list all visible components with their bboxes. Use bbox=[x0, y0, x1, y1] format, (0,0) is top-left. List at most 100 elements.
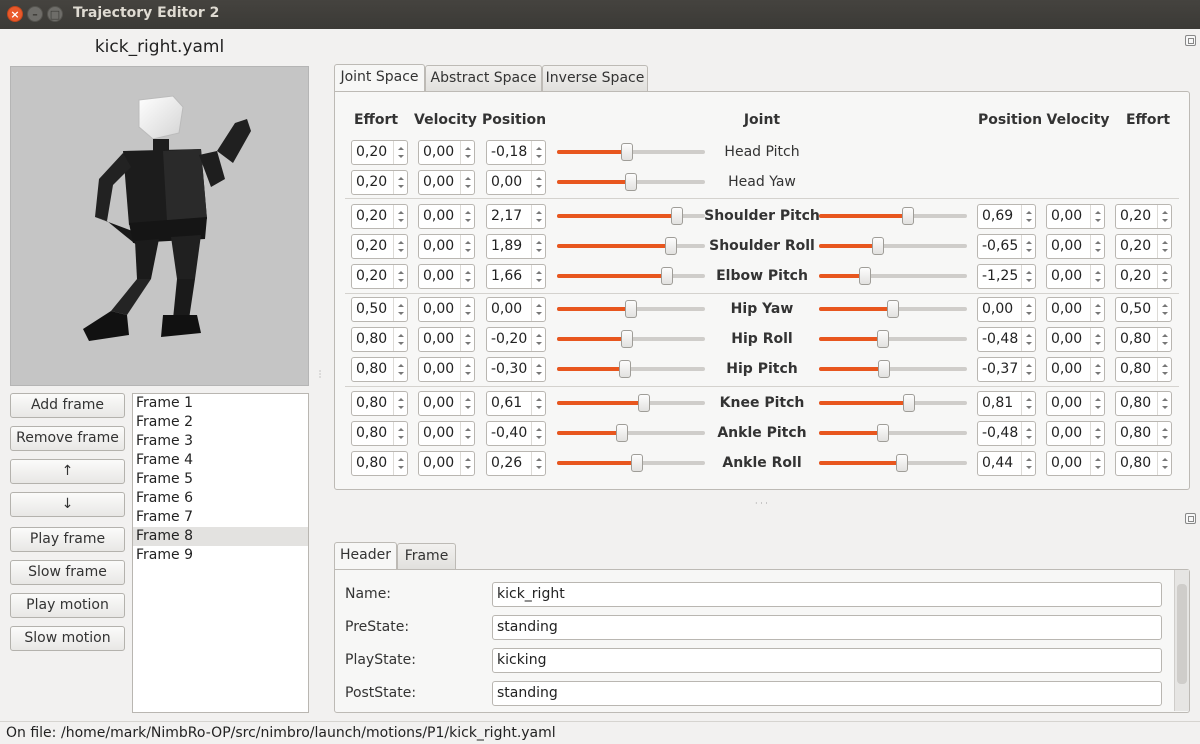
left-effort-spinbox[interactable]: 0,80 bbox=[351, 357, 408, 382]
spin-arrows-icon[interactable] bbox=[1021, 392, 1035, 415]
spin-arrows-icon[interactable] bbox=[1021, 298, 1035, 321]
list-item[interactable]: Frame 3 bbox=[133, 432, 308, 451]
left-velocity-spinbox[interactable]: 0,00 bbox=[418, 421, 475, 446]
right-effort-spinbox[interactable]: 0,20 bbox=[1115, 204, 1172, 229]
remove-frame-button[interactable]: Remove frame bbox=[10, 426, 125, 451]
slider-handle[interactable] bbox=[625, 300, 637, 318]
spin-arrows-icon[interactable] bbox=[1157, 205, 1171, 228]
right-velocity-spinbox[interactable]: 0,00 bbox=[1046, 204, 1105, 229]
right-velocity-spinbox[interactable]: 0,00 bbox=[1046, 421, 1105, 446]
list-item[interactable]: Frame 8 bbox=[133, 527, 308, 546]
right-velocity-spinbox[interactable]: 0,00 bbox=[1046, 357, 1105, 382]
spin-arrows-icon[interactable] bbox=[531, 205, 545, 228]
left-position-slider[interactable] bbox=[557, 142, 705, 162]
slider-handle[interactable] bbox=[901, 207, 914, 225]
spin-arrows-icon[interactable] bbox=[393, 328, 407, 351]
right-effort-spinbox[interactable]: 0,20 bbox=[1115, 234, 1172, 259]
spin-arrows-icon[interactable] bbox=[1090, 452, 1104, 475]
right-position-slider[interactable] bbox=[819, 423, 967, 443]
right-position-slider[interactable] bbox=[819, 453, 967, 473]
left-position-slider[interactable] bbox=[557, 172, 705, 192]
maximize-icon[interactable]: □ bbox=[47, 6, 63, 22]
right-velocity-spinbox[interactable]: 0,00 bbox=[1046, 264, 1105, 289]
spin-arrows-icon[interactable] bbox=[531, 422, 545, 445]
slider-handle[interactable] bbox=[872, 237, 885, 255]
slider-handle[interactable] bbox=[876, 424, 889, 442]
right-position-spinbox[interactable]: 0,00 bbox=[977, 297, 1036, 322]
slider-handle[interactable] bbox=[887, 300, 899, 318]
spin-arrows-icon[interactable] bbox=[531, 265, 545, 288]
slider-handle[interactable] bbox=[858, 267, 871, 285]
spin-arrows-icon[interactable] bbox=[1157, 392, 1171, 415]
spin-arrows-icon[interactable] bbox=[393, 392, 407, 415]
play-frame-button[interactable]: Play frame bbox=[10, 527, 125, 552]
spin-arrows-icon[interactable] bbox=[460, 298, 474, 321]
spin-arrows-icon[interactable] bbox=[531, 328, 545, 351]
left-position-spinbox[interactable]: 1,66 bbox=[486, 264, 546, 289]
spin-arrows-icon[interactable] bbox=[1090, 205, 1104, 228]
right-effort-spinbox[interactable]: 0,80 bbox=[1115, 421, 1172, 446]
tab-inverse-space[interactable]: Inverse Space bbox=[542, 65, 648, 91]
spin-arrows-icon[interactable] bbox=[460, 205, 474, 228]
slider-handle[interactable] bbox=[878, 360, 891, 378]
spin-arrows-icon[interactable] bbox=[1021, 358, 1035, 381]
spin-arrows-icon[interactable] bbox=[531, 235, 545, 258]
spin-arrows-icon[interactable] bbox=[1090, 265, 1104, 288]
tab-header[interactable]: Header bbox=[334, 542, 397, 569]
slider-handle[interactable] bbox=[660, 267, 673, 285]
frame-list[interactable]: Frame 1 Frame 2 Frame 3 Frame 4 Frame 5 Frame… bbox=[132, 393, 309, 713]
minimize-icon[interactable]: – bbox=[27, 6, 43, 22]
right-position-spinbox[interactable]: -0,48 bbox=[977, 421, 1036, 446]
slider-handle[interactable] bbox=[630, 454, 643, 472]
left-position-spinbox[interactable]: 0,00 bbox=[486, 170, 546, 195]
left-position-spinbox[interactable]: -0,40 bbox=[486, 421, 546, 446]
spin-arrows-icon[interactable] bbox=[1090, 358, 1104, 381]
spin-arrows-icon[interactable] bbox=[393, 141, 407, 164]
right-effort-spinbox[interactable]: 0,20 bbox=[1115, 264, 1172, 289]
spin-arrows-icon[interactable] bbox=[1157, 358, 1171, 381]
right-position-spinbox[interactable]: -0,37 bbox=[977, 357, 1036, 382]
spin-arrows-icon[interactable] bbox=[393, 171, 407, 194]
right-position-spinbox[interactable]: 0,44 bbox=[977, 451, 1036, 476]
spin-arrows-icon[interactable] bbox=[531, 452, 545, 475]
right-position-slider[interactable] bbox=[819, 329, 967, 349]
spin-arrows-icon[interactable] bbox=[531, 392, 545, 415]
left-position-slider[interactable] bbox=[557, 453, 705, 473]
left-position-spinbox[interactable]: -0,18 bbox=[486, 140, 546, 165]
robot-3d-viewport[interactable] bbox=[10, 66, 309, 386]
spin-arrows-icon[interactable] bbox=[1021, 452, 1035, 475]
left-effort-spinbox[interactable]: 0,20 bbox=[351, 234, 408, 259]
tab-frame[interactable]: Frame bbox=[397, 543, 456, 569]
tab-joint-space[interactable]: Joint Space bbox=[334, 64, 425, 91]
spin-arrows-icon[interactable] bbox=[531, 358, 545, 381]
slider-handle[interactable] bbox=[620, 330, 633, 348]
left-velocity-spinbox[interactable]: 0,00 bbox=[418, 297, 475, 322]
spin-arrows-icon[interactable] bbox=[1021, 235, 1035, 258]
left-position-slider[interactable] bbox=[557, 299, 705, 319]
spin-arrows-icon[interactable] bbox=[460, 265, 474, 288]
right-effort-spinbox[interactable]: 0,80 bbox=[1115, 327, 1172, 352]
right-velocity-spinbox[interactable]: 0,00 bbox=[1046, 391, 1105, 416]
slider-handle[interactable] bbox=[625, 173, 637, 191]
spin-arrows-icon[interactable] bbox=[393, 422, 407, 445]
right-effort-spinbox[interactable]: 0,80 bbox=[1115, 391, 1172, 416]
spin-arrows-icon[interactable] bbox=[1021, 422, 1035, 445]
spin-arrows-icon[interactable] bbox=[1157, 328, 1171, 351]
header-scrollbar[interactable] bbox=[1174, 570, 1189, 711]
slider-handle[interactable] bbox=[664, 237, 677, 255]
left-effort-spinbox[interactable]: 0,20 bbox=[351, 170, 408, 195]
right-position-slider[interactable] bbox=[819, 236, 967, 256]
slider-handle[interactable] bbox=[616, 424, 629, 442]
left-position-slider[interactable] bbox=[557, 329, 705, 349]
slow-frame-button[interactable]: Slow frame bbox=[10, 560, 125, 585]
right-position-spinbox[interactable]: 0,81 bbox=[977, 391, 1036, 416]
spin-arrows-icon[interactable] bbox=[1157, 298, 1171, 321]
left-position-slider[interactable] bbox=[557, 393, 705, 413]
close-icon[interactable]: × bbox=[7, 6, 23, 22]
slider-handle[interactable] bbox=[895, 454, 908, 472]
spin-arrows-icon[interactable] bbox=[393, 265, 407, 288]
spin-arrows-icon[interactable] bbox=[393, 358, 407, 381]
list-item[interactable]: Frame 2 bbox=[133, 413, 308, 432]
left-velocity-spinbox[interactable]: 0,00 bbox=[418, 357, 475, 382]
list-item[interactable]: Frame 6 bbox=[133, 489, 308, 508]
